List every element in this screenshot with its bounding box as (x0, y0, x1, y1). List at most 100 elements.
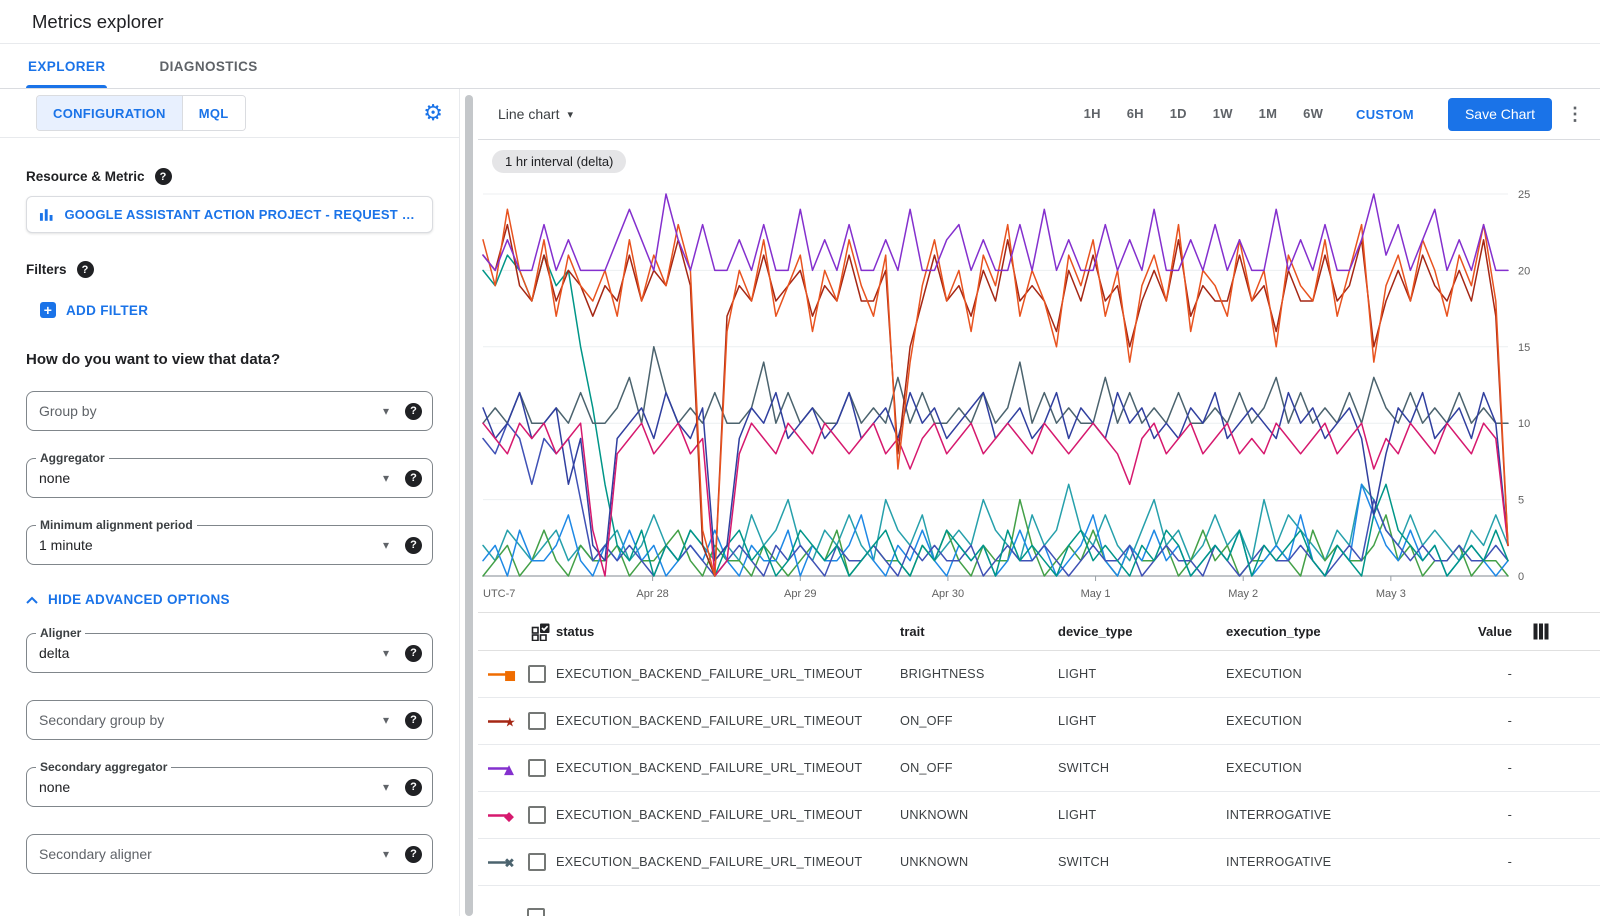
svg-text:★: ★ (504, 715, 516, 729)
chart-type-dropdown[interactable]: Line chart ▾ (498, 106, 573, 122)
configuration-toggle[interactable]: CONFIGURATION (37, 96, 182, 130)
save-chart-button[interactable]: Save Chart (1448, 98, 1552, 131)
column-header-status[interactable]: status (556, 624, 900, 639)
svg-text:0: 0 (1518, 571, 1524, 583)
marker-cell: ★ (478, 712, 556, 730)
row-checkbox[interactable] (528, 665, 546, 683)
legend-table-rows: ■EXECUTION_BACKEND_FAILURE_URL_TIMEOUTBR… (478, 651, 1600, 886)
row-checkbox[interactable] (528, 759, 546, 777)
more-options-kebab-icon[interactable]: ⋮ (1566, 104, 1584, 125)
chart-canvas[interactable]: 0510152025UTC-7Apr 28Apr 29Apr 30May 1Ma… (478, 140, 1600, 612)
cell-trait: BRIGHTNESS (900, 667, 1058, 681)
svg-text:Apr 29: Apr 29 (784, 588, 816, 600)
custom-time-range-button[interactable]: CUSTOM (1356, 107, 1414, 122)
svg-text:▲: ▲ (504, 762, 514, 776)
svg-text:20: 20 (1518, 265, 1530, 277)
column-header-execution-type[interactable]: execution_type (1226, 624, 1456, 639)
time-range-6h[interactable]: 6H (1127, 106, 1144, 121)
row-checkbox[interactable] (528, 712, 546, 730)
add-filter-label: ADD FILTER (66, 303, 148, 318)
time-range-group: 1H 6H 1D 1W 1M 6W CUSTOM Save Chart ⋮ (1071, 98, 1584, 131)
field-label: Secondary aggregator (36, 761, 171, 774)
group-by-field[interactable]: Group by▾? (26, 391, 433, 431)
chevron-down-icon: ▾ (383, 646, 389, 660)
vertical-scrollbar[interactable] (460, 89, 478, 916)
triangle-series-marker-icon: ▲ (488, 761, 520, 776)
field-label: Minimum alignment period (36, 519, 197, 532)
help-icon[interactable]: ? (155, 168, 172, 185)
diamond-series-marker-icon: ◆ (488, 808, 520, 823)
help-icon[interactable]: ? (405, 470, 422, 487)
time-range-1w[interactable]: 1W (1213, 106, 1233, 121)
tab-diagnostics[interactable]: DIAGNOSTICS (157, 44, 259, 88)
cell-device-type: SWITCH (1058, 855, 1226, 869)
svg-text:May 3: May 3 (1376, 588, 1406, 600)
cell-status: EXECUTION_BACKEND_FAILURE_URL_TIMEOUT (556, 714, 900, 728)
scrollbar-thumb[interactable] (465, 95, 473, 916)
svg-text:25: 25 (1518, 189, 1530, 201)
chart-type-label: Line chart (498, 106, 559, 122)
time-range-1m[interactable]: 1M (1259, 106, 1277, 121)
minimum-alignment-period-field[interactable]: Minimum alignment period1 minute▾? (26, 525, 433, 565)
chevron-down-icon: ▾ (567, 108, 573, 121)
resource-metric-chip[interactable]: GOOGLE ASSISTANT ACTION PROJECT - REQUES… (26, 196, 433, 233)
chart-panel: Line chart ▾ 1H 6H 1D 1W 1M 6W CUSTOM Save Ch… (478, 89, 1600, 916)
cell-trait: ON_OFF (900, 714, 1058, 728)
svg-text:10: 10 (1518, 418, 1530, 430)
column-header-value[interactable]: Value (1456, 624, 1512, 639)
resource-metric-label: Resource & Metric (26, 169, 145, 184)
panel-toolbar: CONFIGURATION MQL ⚙ (0, 89, 459, 138)
select-series-icon[interactable] (531, 623, 550, 641)
field-value: 1 minute (39, 537, 383, 553)
interval-chip: 1 hr interval (delta) (492, 150, 626, 173)
aligner-field[interactable]: Alignerdelta▾? (26, 633, 433, 673)
help-icon[interactable]: ? (77, 261, 94, 278)
help-icon[interactable]: ? (405, 712, 422, 729)
row-checkbox[interactable] (528, 806, 546, 824)
hide-advanced-options-toggle[interactable]: HIDE ADVANCED OPTIONS (26, 592, 230, 607)
configuration-panel: CONFIGURATION MQL ⚙ Resource & Metric ? … (0, 89, 460, 916)
cell-value: - (1456, 808, 1512, 822)
table-row[interactable]: ★ EXECUTION_BACKEND_FAILURE_URL_TIMEOUTON… (478, 698, 1600, 745)
row-checkbox[interactable] (528, 853, 546, 871)
table-row[interactable]: ▲EXECUTION_BACKEND_FAILURE_URL_TIMEOUTON… (478, 745, 1600, 792)
row-checkbox[interactable] (527, 908, 545, 916)
settings-gear-icon[interactable]: ⚙ (423, 102, 443, 124)
svg-text:✖: ✖ (504, 856, 515, 870)
help-icon[interactable]: ? (405, 645, 422, 662)
secondary-aligner-field[interactable]: Secondary aligner▾? (26, 834, 433, 874)
field-value: delta (39, 645, 383, 661)
aggregator-field[interactable]: Aggregatornone▾? (26, 458, 433, 498)
table-row[interactable]: ✖EXECUTION_BACKEND_FAILURE_URL_TIMEOUTUN… (478, 839, 1600, 886)
column-settings-icon[interactable] (1533, 623, 1549, 640)
help-icon[interactable]: ? (405, 779, 422, 796)
secondary-group-by-field[interactable]: Secondary group by▾? (26, 700, 433, 740)
tab-explorer[interactable]: EXPLORER (26, 44, 107, 88)
content: CONFIGURATION MQL ⚙ Resource & Metric ? … (0, 89, 1600, 916)
time-range-1d[interactable]: 1D (1170, 106, 1187, 121)
help-icon[interactable]: ? (405, 537, 422, 554)
mql-toggle[interactable]: MQL (182, 96, 245, 130)
time-range-1h[interactable]: 1H (1084, 106, 1101, 121)
cell-value: - (1456, 855, 1512, 869)
line-chart: 1 hr interval (delta) 0510152025UTC-7Apr… (478, 140, 1600, 612)
cell-device-type: LIGHT (1058, 667, 1226, 681)
help-icon[interactable]: ? (405, 846, 422, 863)
help-icon[interactable]: ? (405, 403, 422, 420)
cell-trait: UNKNOWN (900, 808, 1058, 822)
fields-bottom: Alignerdelta▾? Secondary group by▾? Second… (26, 633, 433, 874)
page-title: Metrics explorer (32, 11, 164, 33)
time-range-6w[interactable]: 6W (1303, 106, 1323, 121)
add-filter-button[interactable]: + ADD FILTER (40, 302, 148, 318)
secondary-aggregator-field[interactable]: Secondary aggregatornone▾? (26, 767, 433, 807)
marker-cell: ✖ (478, 853, 556, 871)
svg-text:May 2: May 2 (1228, 588, 1258, 600)
svg-text:UTC-7: UTC-7 (483, 588, 515, 600)
table-row[interactable]: ◆EXECUTION_BACKEND_FAILURE_URL_TIMEOUTUN… (478, 792, 1600, 839)
field-placeholder: Secondary aligner (39, 846, 383, 862)
legend-table-header: status trait device_type execution_type … (478, 612, 1600, 651)
column-header-device-type[interactable]: device_type (1058, 624, 1226, 639)
column-header-trait[interactable]: trait (900, 624, 1058, 639)
metrics-explorer-app: Metrics explorer EXPLORER DIAGNOSTICS CO… (0, 0, 1600, 917)
table-row[interactable]: ■EXECUTION_BACKEND_FAILURE_URL_TIMEOUTBR… (478, 651, 1600, 698)
